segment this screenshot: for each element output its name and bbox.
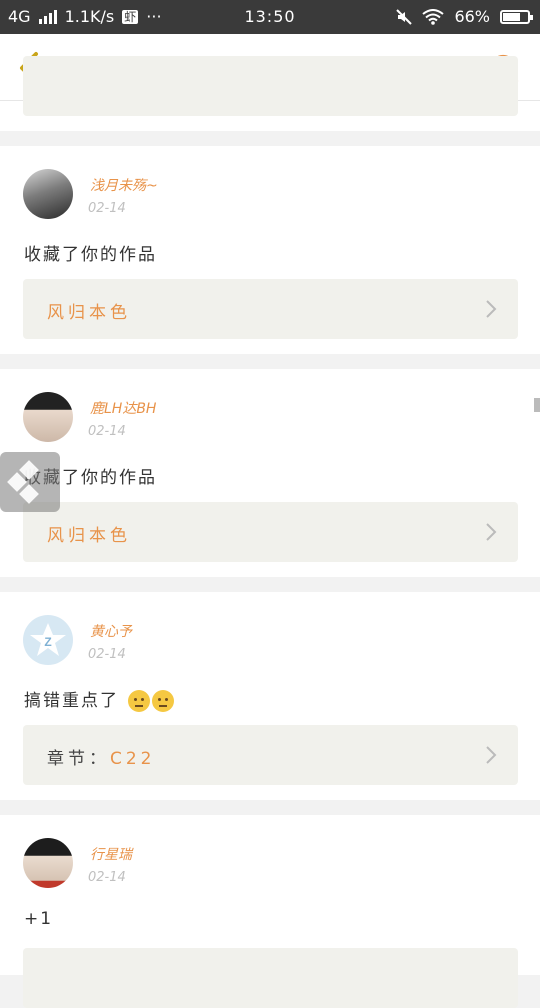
- message-date: 02-14: [88, 647, 126, 662]
- battery-icon: [500, 9, 533, 24]
- ref-text: 章节：C22: [47, 749, 156, 769]
- work-reference[interactable]: 风归本色: [23, 502, 518, 562]
- avatar[interactable]: [23, 392, 73, 442]
- emoji-icon: [152, 690, 175, 712]
- status-bar: 4G 1.1K/s 虾 ··· 13:50 66%: [0, 0, 540, 34]
- list-item-partial: [0, 56, 540, 131]
- ref-text: 风归本色: [47, 526, 131, 546]
- work-reference[interactable]: [23, 948, 518, 1008]
- svg-text:Z: Z: [44, 635, 51, 649]
- username[interactable]: 鹿LH达BH: [90, 398, 156, 418]
- message-text: 搞错重点了: [24, 686, 175, 712]
- chevron-right-icon: [486, 523, 497, 541]
- wifi-icon: [422, 8, 445, 25]
- avatar[interactable]: [23, 169, 73, 219]
- message-date: 02-14: [88, 870, 126, 885]
- battery-percent: 66%: [454, 7, 490, 26]
- message-date: 02-14: [88, 424, 126, 439]
- chevron-right-icon: [486, 300, 497, 318]
- emoji-icon: [128, 690, 151, 712]
- avatar[interactable]: [23, 838, 73, 888]
- username[interactable]: 浅月未殇~: [90, 175, 158, 195]
- ref-text: 风归本色: [47, 303, 131, 323]
- scrollbar[interactable]: [534, 398, 540, 412]
- ref-box-partial[interactable]: [23, 56, 518, 116]
- list-item: 浅月未殇~ 02-14 收藏了你的作品 风归本色: [0, 146, 540, 354]
- username[interactable]: 行星瑞: [90, 844, 132, 864]
- message-text: +1: [24, 909, 54, 929]
- work-reference[interactable]: 风归本色: [23, 279, 518, 339]
- mute-icon: [396, 8, 413, 25]
- username[interactable]: 黄心予: [90, 621, 132, 641]
- list-item: 鹿LH达BH 02-14 收藏了你的作品 风归本色: [0, 369, 540, 577]
- assistive-touch-icon: [7, 460, 39, 504]
- status-right: 66%: [396, 7, 533, 26]
- avatar[interactable]: Z: [23, 615, 73, 665]
- chevron-right-icon: [486, 746, 497, 764]
- message-text: 收藏了你的作品: [24, 245, 157, 265]
- floating-assistant-button[interactable]: [0, 452, 60, 512]
- list-item: Z 黄心予 02-14 搞错重点了 章节：C22: [0, 592, 540, 800]
- chapter-reference[interactable]: 章节：C22: [23, 725, 518, 785]
- message-date: 02-14: [88, 201, 126, 216]
- default-avatar-icon: Z: [30, 623, 66, 656]
- list-item: 行星瑞 02-14 +1: [0, 815, 540, 1008]
